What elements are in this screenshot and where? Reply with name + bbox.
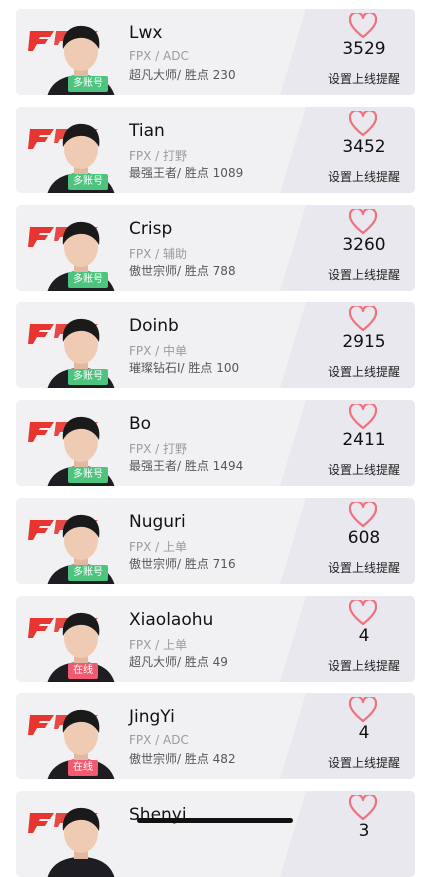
player-name: Doinb xyxy=(129,316,179,336)
follower-count: 3529 xyxy=(342,39,386,59)
player-team-role: FPX / 上单 xyxy=(129,540,188,554)
player-team-role: FPX / ADC xyxy=(129,49,189,63)
player-rank: 傲世宗师/ 胜点 716 xyxy=(129,557,236,571)
player-name: Tian xyxy=(129,121,165,141)
player-rank: 璀璨钻石I/ 胜点 100 xyxy=(129,361,240,375)
player-team-role: FPX / 中单 xyxy=(129,344,188,358)
player-card[interactable]: 多账号 Doinb FPX / 中单璀璨钻石I/ 胜点 100 2915 设置上线提醒 xyxy=(16,302,415,388)
player-avatar xyxy=(47,807,115,877)
player-team-role: FPX / 辅助 xyxy=(129,247,188,261)
status-badge: 多账号 xyxy=(68,76,108,92)
player-card[interactable]: 多账号 Crisp FPX / 辅助傲世宗师/ 胜点 788 3260 设置上线提醒 xyxy=(16,205,415,291)
set-online-reminder-button[interactable]: 设置上线提醒 xyxy=(316,657,412,674)
player-team-role: FPX / 打野 xyxy=(129,442,188,456)
player-rank: 最强王者/ 胜点 1494 xyxy=(129,459,244,473)
player-rank: 超凡大师/ 胜点 230 xyxy=(129,68,236,82)
heart-icon[interactable] xyxy=(349,502,377,528)
follower-count: 3260 xyxy=(342,235,386,255)
player-team-role: FPX / ADC xyxy=(129,733,189,747)
heart-icon[interactable] xyxy=(349,13,377,39)
player-team-role: FPX / 打野 xyxy=(129,149,188,163)
set-online-reminder-button[interactable]: 设置上线提醒 xyxy=(316,168,412,185)
player-card[interactable]: 多账号 Lwx FPX / ADC 超凡大师/ 胜点 230 3529 设置上线提醒 xyxy=(16,9,415,95)
player-rank: 傲世宗师/ 胜点 788 xyxy=(129,264,236,278)
status-badge: 在线 xyxy=(68,663,98,679)
set-online-reminder-button[interactable]: 设置上线提醒 xyxy=(316,754,412,771)
status-badge: 多账号 xyxy=(68,369,108,385)
heart-icon[interactable] xyxy=(349,600,377,626)
player-name: Bo xyxy=(129,414,152,434)
heart-icon[interactable] xyxy=(349,306,377,332)
follower-count: 2411 xyxy=(342,430,386,450)
player-card[interactable]: 在线 JingYi FPX / ADC 傲世宗师/ 胜点 482 4 设置上线提醒 xyxy=(16,693,415,779)
player-card[interactable]: 多账号 Bo FPX / 打野最强王者/ 胜点 1494 2411 设置上线提醒 xyxy=(16,400,415,486)
player-card[interactable]: Shenyi 3 xyxy=(16,791,415,877)
status-badge: 多账号 xyxy=(68,272,108,288)
status-badge: 在线 xyxy=(68,760,98,776)
set-online-reminder-button[interactable]: 设置上线提醒 xyxy=(316,461,412,478)
follower-count: 608 xyxy=(347,528,381,548)
home-indicator xyxy=(137,818,293,823)
status-badge: 多账号 xyxy=(68,467,108,483)
player-name: Xiaolaohu xyxy=(129,610,214,630)
heart-icon[interactable] xyxy=(349,111,377,137)
heart-icon[interactable] xyxy=(349,697,377,723)
player-team-role: FPX / 上单 xyxy=(129,638,188,652)
heart-icon[interactable] xyxy=(349,209,377,235)
follower-count: 3452 xyxy=(342,137,386,157)
set-online-reminder-button[interactable]: 设置上线提醒 xyxy=(316,266,412,283)
heart-icon[interactable] xyxy=(349,404,377,430)
player-name: JingYi xyxy=(129,707,175,727)
status-badge: 多账号 xyxy=(68,174,108,190)
player-name: Lwx xyxy=(129,23,163,43)
heart-icon[interactable] xyxy=(349,795,377,821)
player-name: Nuguri xyxy=(129,512,186,532)
follower-count: 4 xyxy=(358,723,370,743)
follower-count: 3 xyxy=(358,821,370,841)
set-online-reminder-button[interactable]: 设置上线提醒 xyxy=(316,70,412,87)
player-card[interactable]: 在线 Xiaolaohu FPX / 上单超凡大师/ 胜点 49 4 设置上线提醒 xyxy=(16,596,415,682)
player-rank: 傲世宗师/ 胜点 482 xyxy=(129,752,236,766)
follower-count: 2915 xyxy=(342,332,386,352)
set-online-reminder-button[interactable]: 设置上线提醒 xyxy=(316,363,412,380)
player-card[interactable]: 多账号 Tian FPX / 打野最强王者/ 胜点 1089 3452 设置上线提醒 xyxy=(16,107,415,193)
player-rank: 最强王者/ 胜点 1089 xyxy=(129,166,244,180)
player-rank: 超凡大师/ 胜点 49 xyxy=(129,655,228,669)
player-name: Crisp xyxy=(129,219,173,239)
status-badge: 多账号 xyxy=(68,565,108,581)
follower-count: 4 xyxy=(358,626,370,646)
player-card[interactable]: 多账号 Nuguri FPX / 上单傲世宗师/ 胜点 716 608 设置上线提醒 xyxy=(16,498,415,584)
set-online-reminder-button[interactable]: 设置上线提醒 xyxy=(316,559,412,576)
